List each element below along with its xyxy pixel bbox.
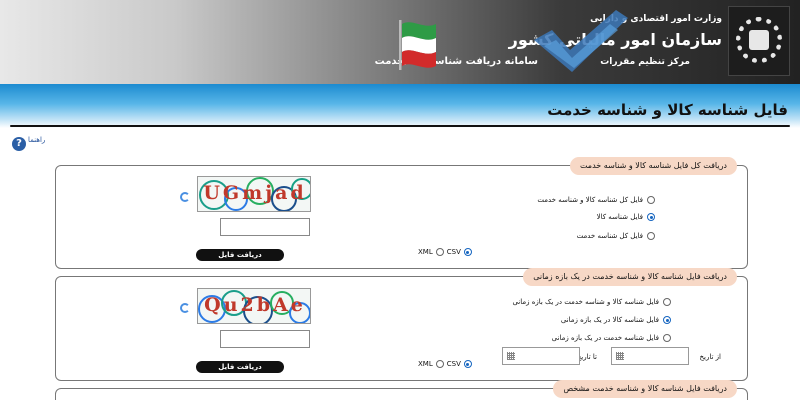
option-goods-services-range[interactable]: فایل شناسه کالا و شناسه خدمت در یک بازه … [512,298,671,306]
date-to-input[interactable] [502,347,580,365]
radio-button[interactable] [663,298,671,306]
title-divider [10,125,790,127]
captcha-input[interactable] [220,218,310,236]
refresh-captcha-icon[interactable] [180,303,190,313]
option-label: فایل شناسه کالا [596,213,643,221]
option-label: فایل کل شناسه خدمت [576,232,643,240]
download-button[interactable]: دریافت فایل [196,361,284,373]
refresh-captcha-icon[interactable] [180,192,190,202]
calendar-icon[interactable] [507,352,515,360]
organization-logo [728,6,790,76]
radio-xml[interactable] [435,360,444,368]
section-legend: دریافت فایل شناسه کالا و شناسه خدمت مشخص [553,380,737,398]
captcha-image: UGmjad [197,176,311,212]
captcha-text: UGmjad [203,182,307,204]
full-file-section: دریافت کل فایل شناسه کالا و شناسه خدمت ف… [55,157,748,269]
option-services-range[interactable]: فایل شناسه خدمت در یک بازه زمانی [552,334,671,342]
specific-file-section: دریافت فایل شناسه کالا و شناسه خدمت مشخص [55,380,748,400]
logo-core [749,30,769,50]
option-goods-range[interactable]: فایل شناسه کالا در یک بازه زمانی [561,316,671,324]
option-label: فایل کل شناسه کالا و شناسه خدمت [537,196,643,204]
option-services-file[interactable]: فایل کل شناسه خدمت [577,232,655,240]
section-legend: دریافت فایل شناسه کالا و شناسه خدمت در ی… [523,268,737,286]
format-xml-label: XML [418,248,433,256]
calendar-icon[interactable] [616,352,624,360]
captcha-text: Qu2bAe [204,294,306,316]
help-icon[interactable]: ? [12,137,26,151]
section-legend: دریافت کل فایل شناسه کالا و شناسه خدمت [569,157,737,175]
radio-csv[interactable] [463,248,472,256]
format-csv-label: CSV [446,248,461,256]
captcha-image: Qu2bAe [197,288,311,324]
format-csv-label: CSV [446,360,461,368]
captcha-input[interactable] [220,330,310,348]
option-label: فایل شناسه کالا در یک بازه زمانی [560,316,659,324]
date-from-label: از تاریخ [699,353,721,361]
page-title: فایل شناسه کالا و شناسه خدمت [547,101,788,119]
checkmark-icon [534,10,628,72]
iran-flag-icon [399,20,436,70]
help-link[interactable]: ? راهنما [12,136,45,151]
option-label: فایل شناسه کالا و شناسه خدمت در یک بازه … [512,298,659,306]
option-label: فایل شناسه خدمت در یک بازه زمانی [551,334,659,342]
radio-button-selected[interactable] [663,316,671,324]
radio-button[interactable] [647,232,655,240]
radio-button[interactable] [663,334,671,342]
radio-button[interactable] [647,196,655,204]
option-goods-file[interactable]: فایل شناسه کالا [597,213,655,221]
format-selector[interactable]: XML CSV [418,360,472,368]
option-full-goods-services[interactable]: فایل کل شناسه کالا و شناسه خدمت [537,196,655,204]
site-header: وزارت امور اقتصادی و دارایی سازمان امور … [0,0,800,84]
radio-xml[interactable] [435,248,444,256]
download-button[interactable]: دریافت فایل [196,249,284,261]
radio-button-selected[interactable] [647,213,655,221]
date-range-section: دریافت فایل شناسه کالا و شناسه خدمت در ی… [55,268,748,381]
format-selector[interactable]: XML CSV [418,248,472,256]
radio-csv[interactable] [463,360,472,368]
help-label[interactable]: راهنما [28,136,45,144]
format-xml-label: XML [418,360,433,368]
date-from-input[interactable] [611,347,689,365]
